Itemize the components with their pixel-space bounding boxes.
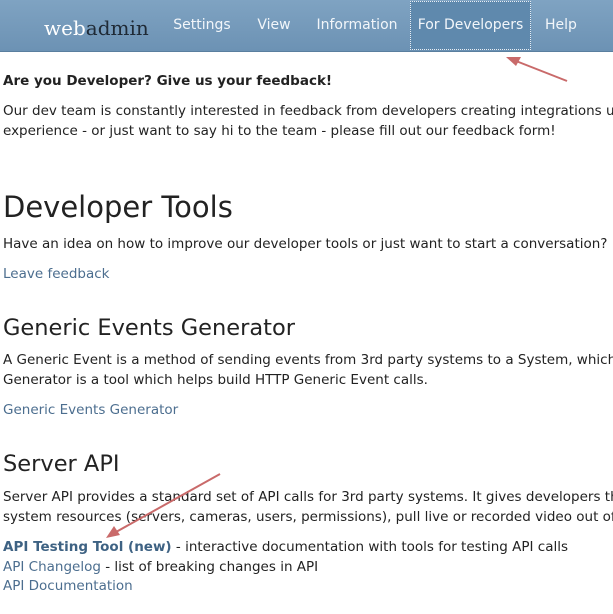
developer-tools-text: Have an idea on how to improve our devel… (3, 236, 608, 252)
api-changelog-link[interactable]: API Changelog (3, 559, 101, 575)
nav-view[interactable]: View (246, 0, 302, 51)
feedback-title: Are you Developer? Give us your feedback… (3, 73, 333, 89)
leave-feedback-link[interactable]: Leave feedback (3, 266, 109, 282)
api-documentation-link[interactable]: API Documentation (3, 578, 133, 594)
nav-help[interactable]: Help (533, 0, 589, 51)
api-testing-tool-link[interactable]: API Testing Tool (new) (3, 539, 172, 555)
nav-information[interactable]: Information (306, 0, 408, 51)
api-changelog-row: API Changelog - list of breaking changes… (3, 559, 318, 575)
api-testing-row: API Testing Tool (new) - interactive doc… (3, 539, 568, 555)
nav-settings[interactable]: Settings (160, 0, 244, 51)
top-navbar: webadmin Settings View Information For D… (0, 0, 613, 52)
developer-tools-heading: Developer Tools (3, 190, 233, 224)
generic-events-line-2: Generator is a tool which helps build HT… (3, 372, 428, 388)
nav-for-developers[interactable]: For Developers (410, 1, 531, 50)
api-changelog-desc: - list of breaking changes in API (100, 559, 319, 575)
intro-line-2: experience - or just want to say hi to t… (3, 123, 556, 139)
server-api-line-1: Server API provides a standard set of AP… (3, 489, 613, 505)
generic-events-generator-link[interactable]: Generic Events Generator (3, 402, 178, 418)
brand-part-admin: admin (85, 16, 149, 40)
brand-logo[interactable]: webadmin (44, 16, 149, 40)
api-testing-tool-desc: - interactive documentation with tools f… (171, 539, 569, 555)
generic-events-line-1: A Generic Event is a method of sending e… (3, 352, 613, 368)
server-api-line-2: system resources (servers, cameras, user… (3, 509, 613, 525)
server-api-heading: Server API (3, 451, 120, 477)
generic-events-heading: Generic Events Generator (3, 315, 295, 341)
intro-line-1: Our dev team is constantly interested in… (3, 103, 613, 119)
brand-part-web: web (44, 16, 86, 40)
main-content: Are you Developer? Give us your feedback… (0, 51, 613, 614)
